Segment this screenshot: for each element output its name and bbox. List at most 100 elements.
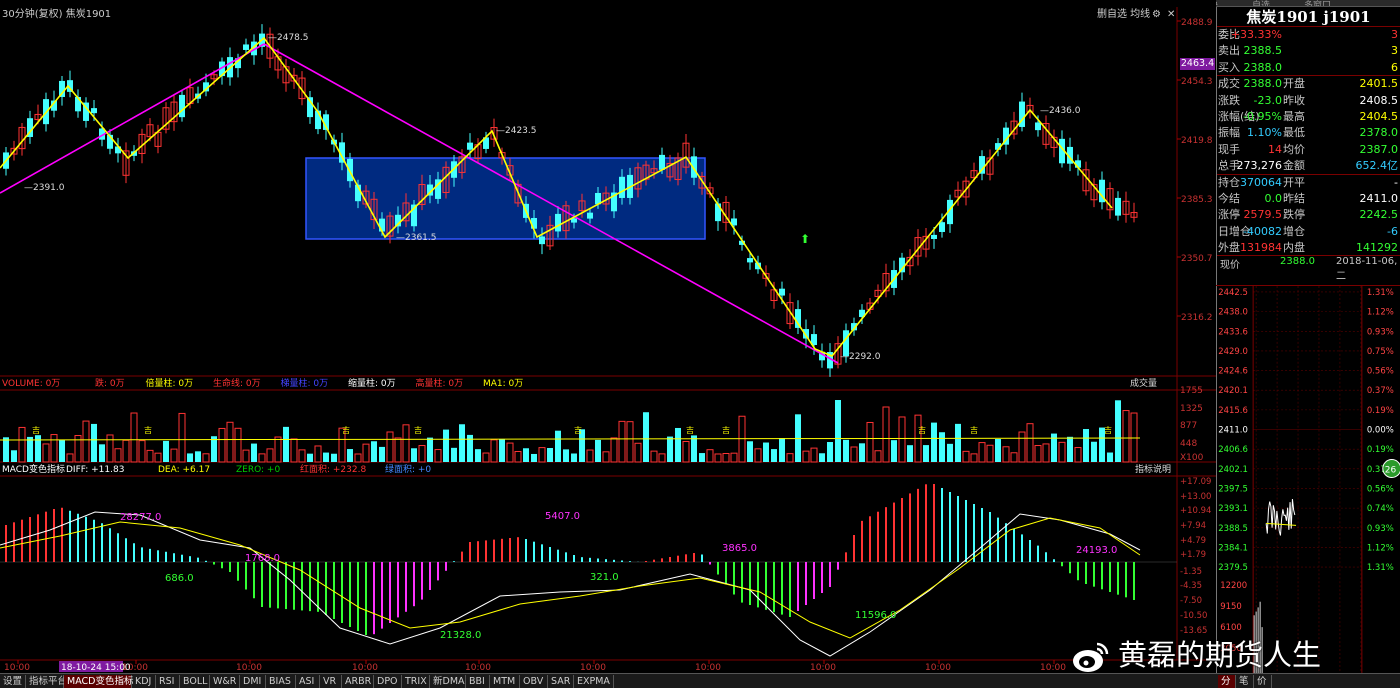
volume-axis-label: 877	[1180, 421, 1197, 431]
tick-price-line	[1265, 498, 1296, 536]
volume-bar-down	[323, 452, 329, 462]
quote-label: 涨跌	[1218, 93, 1240, 107]
bottom-tab[interactable]: EXPMA	[574, 675, 614, 688]
quote-value: 2579.5	[1243, 208, 1283, 222]
quote-value: 273,276	[1236, 159, 1283, 173]
bottom-tab[interactable]: W&R	[210, 675, 240, 688]
toolbar-item[interactable]: 自选	[1252, 0, 1270, 6]
candle-body-down	[659, 154, 665, 170]
quote-row: 涨停 2579.5 跌停 2242.5	[1217, 207, 1400, 223]
bottom-tab[interactable]: 指标平台	[26, 675, 67, 688]
volume-bar-down	[347, 449, 353, 462]
quote-title: 焦炭1901 j1901	[1217, 7, 1400, 27]
volume-button[interactable]: 成交量	[1130, 377, 1157, 389]
tick-pct-label: 1.12%	[1367, 307, 1394, 317]
volume-bar-down	[563, 449, 569, 462]
macd-annotation: 686.0	[165, 573, 194, 584]
volume-bar-down	[1083, 429, 1089, 462]
quote-label-2: 金额	[1283, 159, 1305, 173]
price-axis-label: 2488.9	[1181, 18, 1213, 28]
volume-bar-down	[411, 448, 417, 462]
bottom-tab[interactable]: TRIX	[402, 675, 430, 688]
candle-body-down	[939, 222, 945, 232]
current-price-row: 现价 2388.0 2018-11-06,二	[1216, 256, 1400, 282]
gear-icon[interactable]: ⚙	[1152, 9, 1161, 20]
macd-header-item: 绿面积: +0	[385, 463, 431, 475]
candle-body-down	[539, 236, 545, 245]
macd-annotation: 3865.0	[722, 543, 757, 554]
tick-price-label: 2384.1	[1218, 542, 1248, 552]
bottom-tab[interactable]: VR	[320, 675, 342, 688]
bottom-tab[interactable]: ARBR	[342, 675, 374, 688]
volume-bar-down	[691, 435, 697, 462]
tick-price-label: 2424.6	[1218, 366, 1248, 376]
bottom-tab[interactable]: DMI	[240, 675, 266, 688]
bottom-tab[interactable]: MACD变色指标	[64, 675, 133, 688]
bottom-tab[interactable]: MTM	[490, 675, 520, 688]
chart-header-actions[interactable]: 删自选 均线	[1097, 7, 1150, 20]
macd-header-item: DEA: +6.17	[158, 465, 210, 475]
bottom-tab[interactable]: BOLL	[180, 675, 210, 688]
bottom-tab[interactable]: SAR	[548, 675, 574, 688]
bottom-tab[interactable]: BBI	[466, 675, 490, 688]
tick-pct-label: 1.31%	[1367, 562, 1394, 572]
right-tab[interactable]: 价	[1254, 675, 1272, 688]
volume-bar-down	[499, 439, 505, 462]
price-axis-label: 2454.3	[1181, 77, 1213, 87]
candle-body-down	[179, 94, 185, 118]
volume-bar-down	[1107, 452, 1113, 462]
macd-annotation: 24193.0	[1076, 545, 1117, 556]
bottom-tab[interactable]: ASI	[296, 675, 320, 688]
volume-bar-down	[859, 443, 865, 462]
tick-price-label: 2397.5	[1218, 483, 1248, 493]
tick-price-label: 2379.5	[1218, 562, 1248, 572]
bottom-tab[interactable]: RSI	[156, 675, 180, 688]
tick-price-label: 2415.6	[1218, 405, 1248, 415]
quote-row: 今结 0.0 昨结 2411.0	[1217, 191, 1400, 207]
intraday-tick-chart[interactable]: 2442.5 1.31% 2438.0 1.12% 2433.6 0.93% 2429.0 0…	[1216, 285, 1400, 673]
candle-body-down	[1035, 122, 1041, 131]
right-tab[interactable]: 分	[1218, 675, 1236, 688]
toolbar-item[interactable]: 多窗口	[1304, 0, 1331, 6]
bottom-tab[interactable]: 设置	[0, 675, 26, 688]
quote-value-2: 2408.5	[1359, 93, 1399, 107]
chart-area[interactable]: 30分钟(复权) 焦炭1901 删自选 均线 ⚙ ✕ 2488.9 2454.3 2419.…	[0, 0, 1216, 673]
macd-axis-label: +17.09	[1180, 477, 1211, 487]
quote-label-2: 开盘	[1283, 77, 1305, 91]
quote-label: 现手	[1218, 142, 1240, 156]
zigzag-label: —2391.0	[24, 183, 65, 193]
tick-volume-label: 9150	[1220, 601, 1242, 611]
bottom-tab[interactable]: BIAS	[266, 675, 296, 688]
quote-value: 1.10%	[1247, 126, 1282, 140]
tick-volume-label: 6100	[1220, 622, 1242, 632]
time-axis-label: 10:00	[1040, 663, 1066, 673]
tick-volume-label: 12200	[1220, 580, 1247, 590]
macd-explain-button[interactable]: 指标说明	[1135, 463, 1171, 475]
bottom-tab[interactable]: DPO	[374, 675, 402, 688]
quote-label-2: 跌停	[1283, 208, 1305, 222]
volume-header-item: MA1: 0万	[483, 379, 523, 389]
tick-price-label: 2429.0	[1218, 346, 1248, 356]
close-icon[interactable]: ✕	[1167, 9, 1175, 20]
zigzag-label: —2478.5	[268, 33, 309, 43]
quote-row: 买入 2388.0 6	[1217, 60, 1400, 77]
quote-value-2: -6	[1387, 224, 1398, 238]
volume-marker: 吉	[722, 426, 730, 435]
volume-bar-down	[1091, 441, 1097, 462]
quote-value: -40082	[1243, 224, 1282, 238]
chart-header-title: 30分钟(复权) 焦炭1901	[2, 7, 111, 20]
quote-value-2: 141292	[1356, 241, 1398, 255]
volume-bar-down	[747, 441, 753, 462]
time-axis-label: 10:00	[352, 663, 378, 673]
bottom-tab[interactable]: KDJ	[132, 675, 156, 688]
quote-value-2: 2387.0	[1359, 142, 1399, 156]
volume-bar-down	[523, 448, 529, 462]
macd-annotation: 5407.0	[545, 511, 580, 522]
quote-value: 2388.0	[1243, 77, 1283, 91]
right-tab[interactable]: 笔	[1236, 675, 1254, 688]
quote-row: 现手 14 均价 2387.0	[1217, 142, 1400, 158]
bottom-tab[interactable]: OBV	[520, 675, 548, 688]
volume-header-item: 倍量柱: 0万	[146, 377, 194, 389]
quote-value-2: 6	[1391, 60, 1398, 74]
bottom-tab[interactable]: 新DMA	[430, 675, 466, 688]
